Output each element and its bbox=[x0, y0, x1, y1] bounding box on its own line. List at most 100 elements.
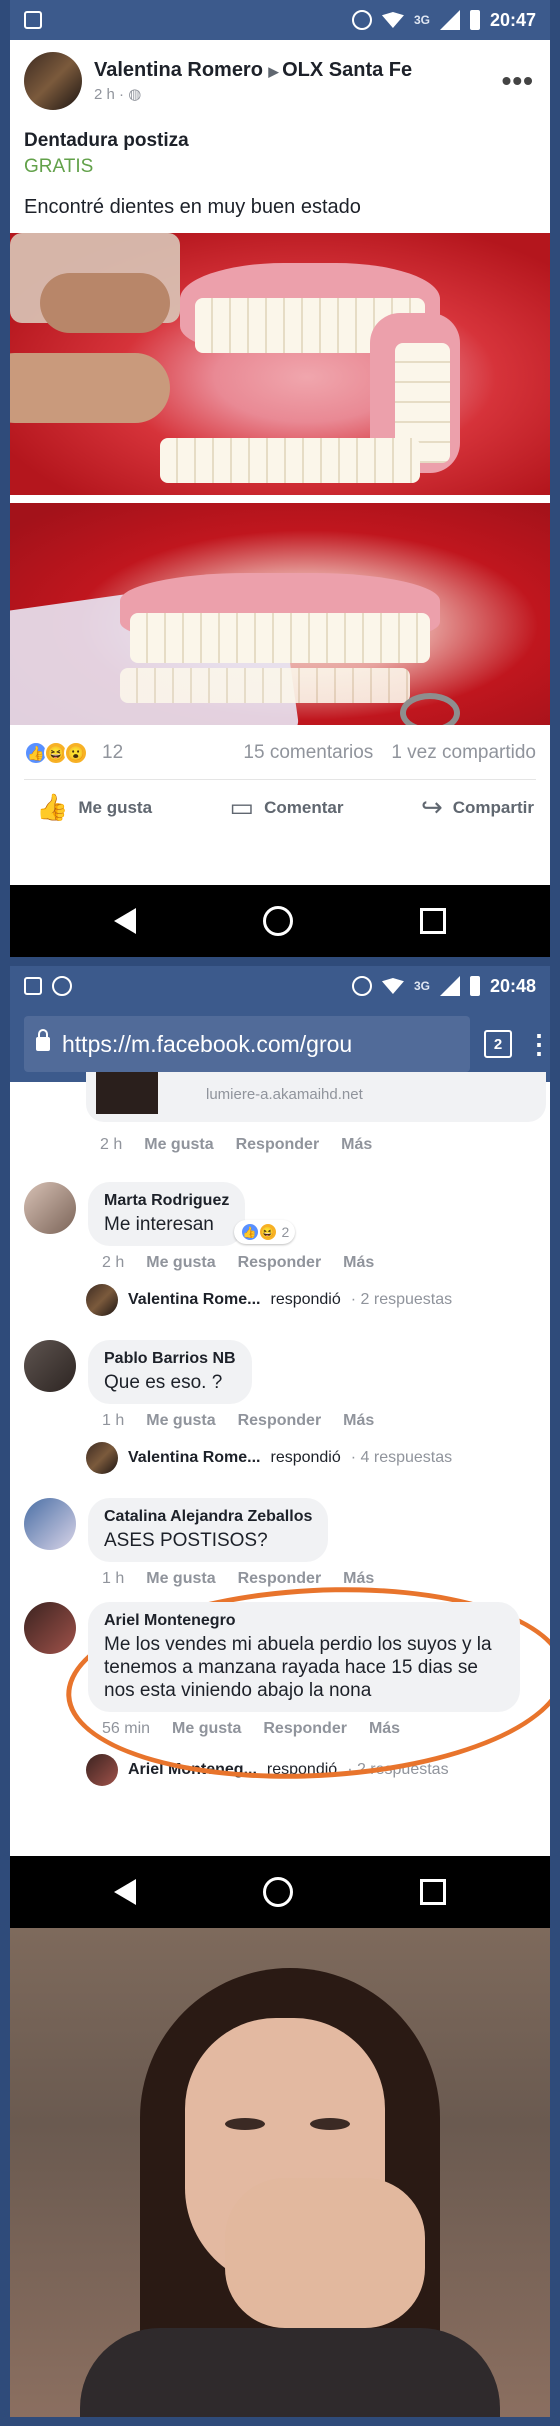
commenter-name[interactable]: Marta Rodriguez bbox=[104, 1192, 229, 1210]
comment-like-button[interactable]: Me gusta bbox=[146, 1570, 215, 1588]
screenshot-2: 3G 20:48 https://m.facebook.com/grou 2 ⋮… bbox=[10, 966, 550, 1928]
recent-apps-icon[interactable] bbox=[420, 908, 447, 934]
commenter-avatar[interactable] bbox=[24, 1182, 76, 1234]
partial-comment: lumiere-a.akamaihd.net 2 h Me gusta Resp… bbox=[10, 1072, 550, 1174]
comment-like-button[interactable]: Me gusta bbox=[144, 1136, 213, 1154]
signal-icon bbox=[439, 976, 460, 996]
battery-icon bbox=[469, 10, 480, 30]
reply-avatar bbox=[86, 1754, 118, 1786]
reaction-count[interactable]: 12 bbox=[102, 742, 123, 764]
url-text: https://m.facebook.com/grou bbox=[62, 1030, 353, 1057]
home-icon[interactable] bbox=[262, 906, 293, 936]
tab-switcher-button[interactable]: 2 bbox=[484, 1030, 512, 1058]
commenter-name[interactable]: Pablo Barrios NB bbox=[104, 1350, 236, 1368]
hand-shape bbox=[225, 2178, 425, 2328]
link-snippet[interactable]: lumiere-a.akamaihd.net bbox=[206, 1086, 363, 1103]
more-options-icon[interactable]: ••• bbox=[502, 65, 534, 97]
comment-bubble: Catalina Alejandra Zeballos ASES POSTISO… bbox=[88, 1498, 329, 1562]
comment-item: Marta Rodriguez Me interesan 👍 😆 2 2 h M… bbox=[10, 1174, 550, 1316]
commenter-name[interactable]: Ariel Montenegro bbox=[104, 1612, 504, 1630]
wow-reaction-icon: 😮 bbox=[64, 741, 88, 765]
eye-shape bbox=[310, 2118, 350, 2130]
listing-description: Encontré dientes en muy buen estado bbox=[24, 196, 361, 218]
comment-reply-button[interactable]: Responder bbox=[238, 1412, 322, 1430]
network-type: 3G bbox=[413, 13, 430, 27]
reply-avatar bbox=[86, 1442, 118, 1474]
comment-text: Me interesan bbox=[104, 1214, 214, 1235]
comment-count[interactable]: 15 comentarios bbox=[243, 742, 373, 764]
reaction-stats: 👍 😆 😮 12 15 comentarios 1 vez compartido bbox=[10, 725, 550, 779]
comments-section: lumiere-a.akamaihd.net 2 h Me gusta Resp… bbox=[10, 1072, 550, 1791]
comment-meta: 2 h Me gusta Responder Más bbox=[88, 1246, 374, 1272]
comment-button[interactable]: ▭ Comentar bbox=[230, 792, 344, 823]
home-icon[interactable] bbox=[262, 1877, 293, 1907]
thumbs-up-icon: 👍 bbox=[36, 792, 69, 822]
commenter-avatar[interactable] bbox=[24, 1602, 76, 1654]
comment-item: Ariel Montenegro Me los vendes mi abuela… bbox=[10, 1575, 550, 1791]
post-time: 2 h · ◍ bbox=[94, 86, 142, 103]
comment-reply-button[interactable]: Responder bbox=[238, 1570, 322, 1588]
alarm-icon bbox=[351, 10, 372, 30]
android-nav-bar bbox=[10, 885, 550, 957]
wifi-icon bbox=[381, 12, 404, 28]
reactions[interactable]: 👍 😆 😮 bbox=[24, 741, 88, 765]
comment-bubble: Marta Rodriguez Me interesan 👍 😆 2 bbox=[88, 1182, 296, 1246]
attached-image[interactable] bbox=[96, 1072, 158, 1114]
status-bar: 3G 20:47 bbox=[10, 0, 550, 40]
back-icon[interactable] bbox=[113, 1879, 136, 1905]
comment-more-button[interactable]: Más bbox=[343, 1412, 374, 1430]
comment-reply-button[interactable]: Responder bbox=[238, 1254, 322, 1272]
comment-more-button[interactable]: Más bbox=[343, 1570, 374, 1588]
author-name[interactable]: Valentina Romero bbox=[94, 59, 263, 81]
comment-meta: 1 h Me gusta Responder Más bbox=[88, 1404, 374, 1430]
comment-more-button[interactable]: Más bbox=[341, 1136, 372, 1154]
haha-reaction-icon: 😆 bbox=[257, 1222, 278, 1242]
url-field[interactable]: https://m.facebook.com/grou bbox=[24, 1016, 470, 1072]
comment-reactions[interactable]: 👍 😆 2 bbox=[233, 1220, 296, 1244]
eye-shape bbox=[225, 2118, 265, 2130]
reply-author: Valentina Rome... bbox=[128, 1291, 261, 1308]
comment-icon: ▭ bbox=[229, 792, 255, 822]
browser-menu-icon[interactable]: ⋮ bbox=[526, 1031, 550, 1057]
share-button[interactable]: ↪ Compartir bbox=[421, 792, 534, 823]
battery-icon bbox=[469, 976, 480, 996]
shirt-shape bbox=[80, 2328, 500, 2417]
reply-summary[interactable]: Valentina Rome... respondió · 2 respuest… bbox=[10, 1272, 550, 1316]
status-bar: 3G 20:48 bbox=[10, 966, 550, 1006]
comment-time: 2 h bbox=[100, 1136, 123, 1153]
gallery-icon bbox=[24, 977, 42, 995]
network-type: 3G bbox=[413, 979, 430, 993]
share-count[interactable]: 1 vez compartido bbox=[391, 742, 536, 764]
listing-photo-1[interactable] bbox=[10, 233, 550, 495]
alarm-icon bbox=[351, 976, 372, 996]
comment-text: Me los vendes mi abuela perdio los suyos… bbox=[104, 1634, 492, 1701]
comment-meta: 2 h Me gusta Responder Más bbox=[86, 1136, 372, 1154]
comment-bubble: Ariel Montenegro Me los vendes mi abuela… bbox=[88, 1602, 520, 1712]
reply-count: · 2 respuestas bbox=[350, 1291, 453, 1308]
like-button[interactable]: 👍 Me gusta bbox=[36, 792, 152, 823]
comment-reaction-count: 2 bbox=[281, 1224, 290, 1240]
commenter-avatar[interactable] bbox=[24, 1340, 76, 1392]
share-icon: ↪ bbox=[420, 792, 443, 822]
reply-summary[interactable]: Valentina Rome... respondió · 4 respuest… bbox=[10, 1430, 550, 1474]
comment-like-button[interactable]: Me gusta bbox=[146, 1412, 215, 1430]
clock: 20:47 bbox=[489, 9, 536, 30]
comment-more-button[interactable]: Más bbox=[343, 1254, 374, 1272]
commenter-name[interactable]: Catalina Alejandra Zeballos bbox=[104, 1508, 312, 1526]
listing-photo-2[interactable] bbox=[10, 503, 550, 725]
comment-time: 1 h bbox=[102, 1412, 125, 1429]
back-icon[interactable] bbox=[113, 908, 136, 934]
author-avatar[interactable] bbox=[24, 52, 82, 110]
commenter-avatar[interactable] bbox=[24, 1498, 76, 1550]
post-header: Valentina Romero ▶ OLX Santa Fe 2 h · ◍ … bbox=[10, 40, 550, 118]
signal-icon bbox=[439, 10, 460, 30]
comment-reply-button[interactable]: Responder bbox=[236, 1136, 320, 1154]
recent-apps-icon[interactable] bbox=[420, 1879, 447, 1905]
listing-title: Dentadura postiza bbox=[24, 130, 189, 151]
arrow-right-icon: ▶ bbox=[268, 64, 283, 79]
comment-item: Pablo Barrios NB Que es eso. ? 1 h Me gu… bbox=[10, 1316, 550, 1474]
comment-like-button[interactable]: Me gusta bbox=[146, 1254, 215, 1272]
group-name[interactable]: OLX Santa Fe bbox=[282, 59, 412, 81]
reply-author: Valentina Rome... bbox=[128, 1449, 261, 1466]
post-actions: 👍 Me gusta ▭ Comentar ↪ Compartir bbox=[10, 780, 550, 841]
